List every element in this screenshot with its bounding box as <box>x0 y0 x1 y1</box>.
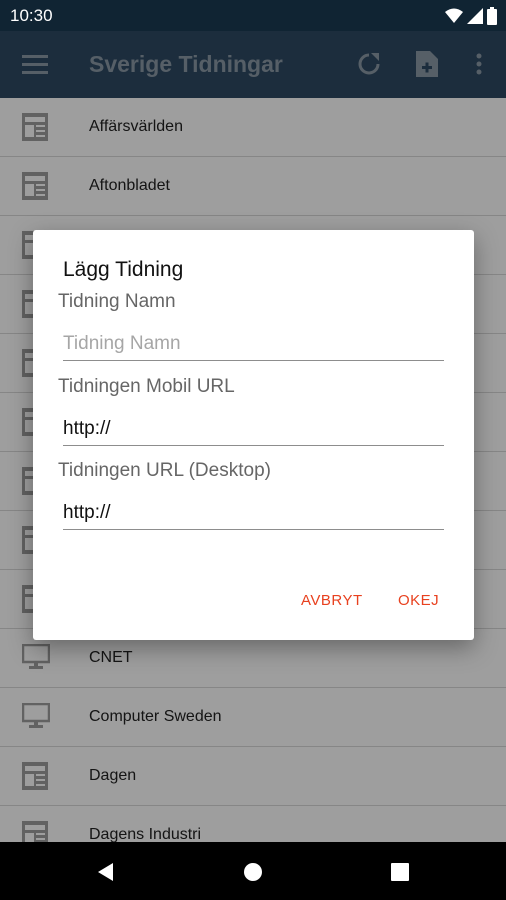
desktop-url-input[interactable] <box>63 496 444 530</box>
recents-icon[interactable] <box>388 860 412 884</box>
status-time: 10:30 <box>10 6 53 25</box>
mobile-url-label: Tidningen Mobil URL <box>58 376 235 397</box>
desktop-url-label: Tidningen URL (Desktop) <box>58 460 271 481</box>
ok-button[interactable]: OKEJ <box>398 592 439 609</box>
home-icon[interactable] <box>241 860 265 884</box>
name-input[interactable] <box>63 327 444 361</box>
status-bar: 10:30 <box>0 0 506 31</box>
mobile-url-input[interactable] <box>63 412 444 446</box>
status-icons <box>445 6 497 26</box>
dialog-title: Lägg Tidning <box>63 258 184 281</box>
name-label: Tidning Namn <box>58 291 176 312</box>
battery-icon <box>487 7 497 25</box>
add-newspaper-dialog: Lägg Tidning Tidning Namn Tidningen Mobi… <box>33 230 474 640</box>
cancel-button[interactable]: AVBRYT <box>301 592 363 609</box>
wifi-icon <box>445 8 463 23</box>
system-nav-bar <box>0 842 506 900</box>
back-icon[interactable] <box>94 860 118 884</box>
signal-icon <box>467 8 483 24</box>
